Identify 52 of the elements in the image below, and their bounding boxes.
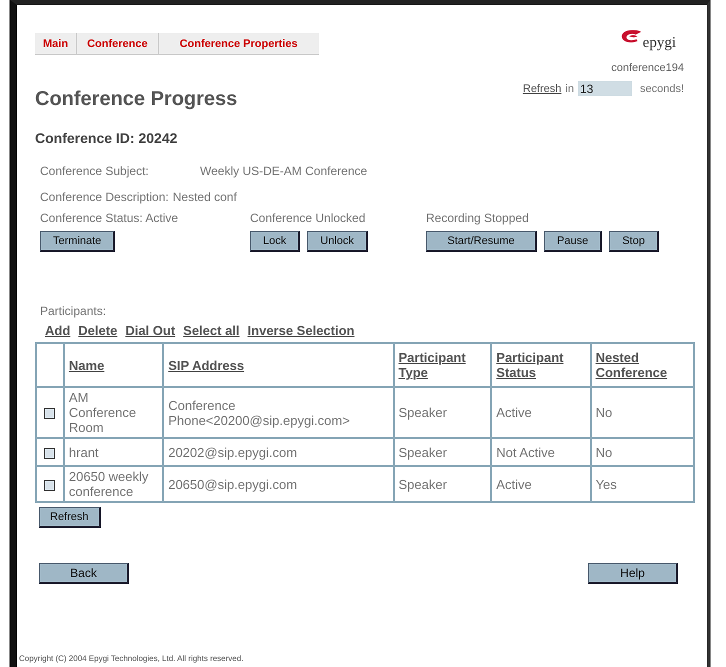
row-checkbox[interactable]	[44, 480, 56, 491]
conference-id: Conference ID: 20242	[35, 130, 178, 146]
action-button[interactable]: Terminate	[40, 231, 116, 252]
section-label: Participants:	[39, 304, 108, 318]
account-name: conference194	[611, 62, 684, 74]
refresh-label: in	[565, 82, 574, 94]
refresh-link[interactable]: Refresh	[522, 82, 562, 94]
table-cell: No	[596, 405, 612, 420]
logo-icon	[620, 29, 643, 44]
action-button[interactable]: Lock	[250, 231, 300, 252]
field-label: Conference Description:	[40, 190, 169, 204]
action-link[interactable]: Delete	[78, 323, 118, 338]
column-header[interactable]: Name	[68, 358, 104, 372]
action-link[interactable]: Dial Out	[125, 323, 176, 338]
table-cell: 20202@sip.epygi.com	[168, 444, 298, 460]
refresh-button[interactable]: Refresh	[39, 507, 101, 528]
table-cell: AM Conference Room	[68, 390, 136, 435]
table-cell: Speaker	[398, 405, 447, 420]
field-value: Weekly US-DE-AM Conference	[200, 164, 368, 178]
field-label: Conference Subject:	[40, 164, 150, 178]
action-button[interactable]: Stop	[609, 231, 659, 252]
row-checkbox[interactable]	[44, 448, 56, 459]
table-cell: Conference Phone<20200@sip.epygi.com>	[168, 398, 350, 428]
help-button[interactable]: Help	[588, 563, 678, 584]
table-cell: Active	[496, 476, 532, 492]
countdown-field[interactable]: 13	[578, 81, 632, 96]
table-cell: Speaker	[398, 476, 447, 492]
table-cell: Yes	[596, 476, 617, 492]
logo-text: epygi	[642, 35, 676, 52]
back-button[interactable]: Back	[39, 563, 129, 584]
table-cell: Active	[496, 405, 532, 420]
status-text: Conference Status: Active	[40, 210, 180, 226]
action-link[interactable]: Add	[45, 323, 70, 338]
page-title: Conference Progress	[35, 88, 238, 111]
table-cell: Not Active	[496, 444, 555, 460]
action-button[interactable]: Start/Resume	[426, 231, 537, 252]
status-text: Conference Unlocked	[250, 210, 366, 226]
row-checkbox[interactable]	[44, 408, 56, 420]
table-cell: 20650 weekly conference	[68, 469, 148, 499]
action-link[interactable]: Inverse Selection	[248, 323, 354, 338]
copyright-text: Copyright (C) 2004 Epygi Technologies, Ltd. All rights reserved.	[19, 654, 244, 663]
table-cell: Speaker	[398, 444, 447, 460]
column-header[interactable]: SIP Address	[168, 358, 244, 372]
field-value: Nested conf	[172, 190, 237, 204]
status-text: Recording Stopped	[426, 210, 530, 226]
table-cell: 20650@sip.epygi.com	[168, 476, 298, 492]
seconds-label: seconds!	[640, 82, 684, 94]
action-link[interactable]: Select all	[183, 323, 240, 338]
table-cell: No	[596, 444, 612, 460]
action-button[interactable]: Pause	[544, 231, 602, 252]
action-button[interactable]: Unlock	[307, 231, 368, 252]
table-cell: hrant	[68, 444, 99, 460]
